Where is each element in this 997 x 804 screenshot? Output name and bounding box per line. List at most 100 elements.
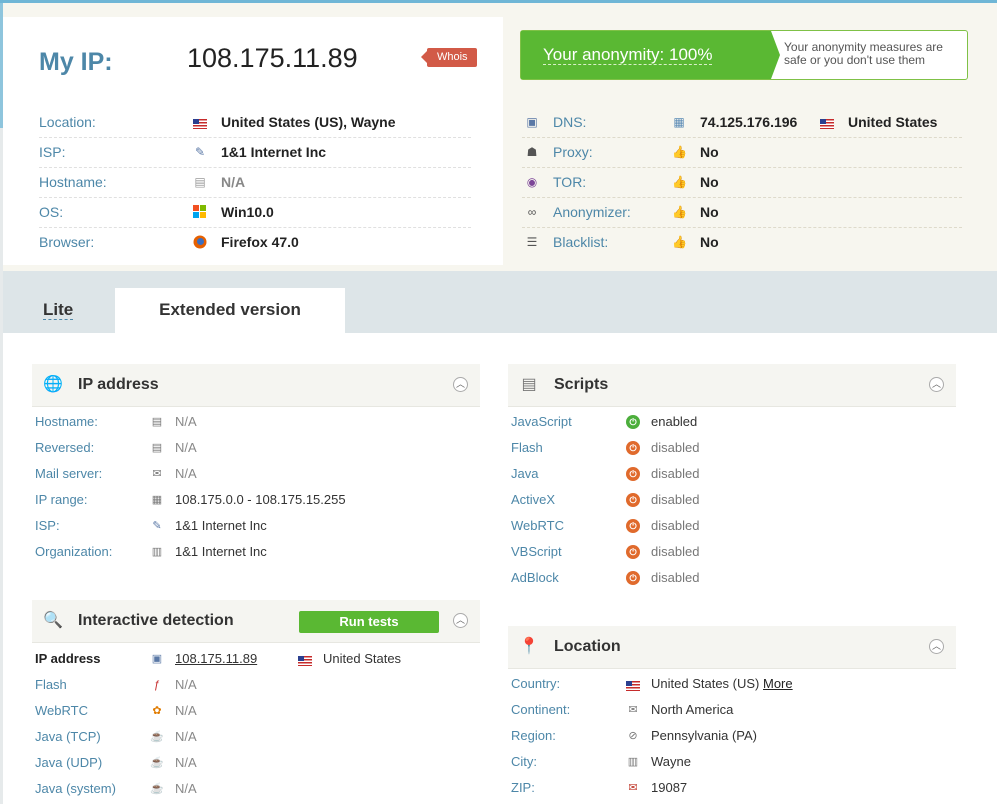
location-panel-title: Location [554, 638, 621, 655]
browser-value: Firefox 47.0 [221, 234, 299, 250]
location-panel-header: 📍 Location ︿ [508, 626, 956, 669]
hostname-label: Hostname: [39, 174, 107, 190]
isp-row: ISP: ✎ 1&1 Internet Inc [39, 137, 471, 168]
ip-isp-row: ISP: ✎ 1&1 Internet Inc [35, 518, 267, 533]
whois-button[interactable]: Whois [421, 48, 477, 67]
dns-value: 74.125.176.196 [700, 114, 798, 130]
power-on-icon: ⏻ [626, 415, 640, 429]
isp-icon: ✎ [194, 145, 206, 159]
my-ip-value: 108.175.11.89 [187, 43, 358, 73]
proxy-row: ☗ Proxy: 👍 No [522, 137, 962, 168]
flash-icon: ƒ [153, 679, 161, 691]
isp-value: 1&1 Internet Inc [221, 144, 327, 160]
power-off-icon: ⏻ [626, 467, 640, 481]
thumbs-up-icon: 👍 [672, 175, 687, 189]
glasses-icon: ∞ [527, 205, 537, 219]
us-flag-icon [298, 654, 312, 668]
power-off-icon: ⏻ [626, 441, 640, 455]
proxy-label: Proxy: [553, 144, 593, 160]
collapse-icon[interactable]: ︿ [929, 639, 944, 654]
interactive-java-udp-row: Java (UDP) ☕ N/A [35, 755, 197, 770]
collapse-icon[interactable]: ︿ [453, 613, 468, 628]
browser-label: Browser: [39, 234, 95, 250]
location-row: Location: United States (US), Wayne [39, 107, 471, 138]
anonymizer-value: No [700, 204, 719, 220]
interactive-java-system-row: Java (system) ☕ N/A [35, 781, 197, 796]
anonymity-box: Your anonymity: 100% Your anonymity meas… [520, 30, 968, 80]
mailbox-icon: ✉ [628, 782, 638, 794]
anonymity-note: Your anonymity measures are safe or you … [784, 40, 943, 67]
network-icon: ▦ [151, 494, 163, 506]
document-icon: ▤ [521, 376, 537, 393]
script-flash-row: Flash ⏻ disabled [511, 440, 700, 455]
scripts-panel-title: Scripts [554, 376, 609, 393]
blacklist-value: No [700, 234, 719, 250]
interactive-detection-title: Interactive detection [78, 612, 234, 629]
us-flag-icon [820, 116, 834, 130]
power-off-icon: ⏻ [626, 545, 640, 559]
dns-icon: ▣ [526, 115, 538, 129]
script-vbscript-row: VBScript ⏻ disabled [511, 544, 700, 559]
os-value: Win10.0 [221, 204, 274, 220]
us-flag-icon [626, 679, 640, 693]
map-pin-icon: 📍 [519, 638, 539, 655]
server-icon: ▤ [151, 442, 163, 454]
anonymity-score[interactable]: Your anonymity: 100% [521, 31, 780, 79]
run-tests-button[interactable]: Run tests [299, 611, 439, 633]
thumbs-up-icon: 👍 [672, 235, 687, 249]
interactive-ip-link[interactable]: 108.175.11.89 [175, 646, 257, 672]
script-adblock-row: AdBlock ⏻ disabled [511, 570, 700, 585]
building-icon: ▥ [151, 546, 163, 558]
os-label: OS: [39, 204, 64, 220]
collapse-icon[interactable]: ︿ [453, 377, 468, 392]
script-activex-row: ActiveX ⏻ disabled [511, 492, 700, 507]
browser-row: Browser: Firefox 47.0 [39, 227, 471, 257]
interactive-webrtc-row: WebRTC ✿ N/A [35, 703, 197, 718]
java-icon: ☕ [150, 731, 164, 743]
my-ip-label: My IP: [39, 48, 113, 76]
country-more-link[interactable]: More [763, 676, 793, 691]
envelope-icon: ✉ [152, 468, 162, 480]
ip-address-panel-header: 🌐 IP address ︿ [32, 364, 480, 407]
magnifier-icon: 🔍 [43, 612, 63, 629]
hostname-value: N/A [221, 174, 246, 190]
firefox-icon [193, 235, 207, 249]
tab-lite[interactable]: Lite [43, 301, 74, 320]
ip-range-row: IP range: ▦ 108.175.0.0 - 108.175.15.255 [35, 492, 346, 507]
windows-icon [193, 205, 207, 219]
blacklist-label: Blacklist: [553, 234, 609, 250]
script-javascript-row: JavaScript ⏻ enabled [511, 414, 698, 429]
dns-country: United States [848, 114, 938, 130]
us-flag-icon [193, 116, 207, 130]
list-icon: ☰ [526, 235, 538, 249]
location-zip-row: ZIP: ✉ 19087 [511, 780, 688, 795]
webrtc-icon: ✿ [152, 705, 162, 717]
proxy-value: No [700, 144, 719, 160]
interactive-ip-row: IP address ▣ 108.175.11.89 United States [35, 646, 475, 672]
blacklist-row: ☰ Blacklist: 👍 No [522, 227, 962, 257]
location-region-row: Region: ⊘ Pennsylvania (PA) [511, 728, 757, 743]
ip-mail-server-row: Mail server: ✉ N/A [35, 466, 197, 481]
tab-extended-version[interactable]: Extended version [115, 288, 345, 333]
anonymizer-row: ∞ Anonymizer: 👍 No [522, 197, 962, 228]
scripts-panel-header: ▤ Scripts ︿ [508, 364, 956, 407]
power-off-icon: ⏻ [626, 493, 640, 507]
dns-label: DNS: [553, 114, 587, 130]
location-value: United States (US), Wayne [221, 114, 396, 130]
server-icon: ▤ [151, 416, 163, 428]
ip-hostname-row: Hostname: ▤ N/A [35, 414, 197, 429]
network-icon: ▣ [151, 653, 163, 665]
location-city-row: City: ▥ Wayne [511, 754, 691, 769]
building-icon: ▥ [627, 756, 639, 768]
dns-row: ▣ DNS: ▦ 74.125.176.196 United States [522, 107, 962, 138]
script-java-row: Java ⏻ disabled [511, 466, 700, 481]
location-label: Location: [39, 114, 96, 130]
tor-label: TOR: [553, 174, 587, 190]
os-row: OS: Win10.0 [39, 197, 471, 228]
envelope-icon: ✉ [628, 704, 638, 716]
script-webrtc-row: WebRTC ⏻ disabled [511, 518, 700, 533]
isp-label: ISP: [39, 144, 66, 160]
collapse-icon[interactable]: ︿ [929, 377, 944, 392]
onion-icon: ◉ [526, 175, 538, 189]
hostname-row: Hostname: ▤ N/A [39, 167, 471, 198]
